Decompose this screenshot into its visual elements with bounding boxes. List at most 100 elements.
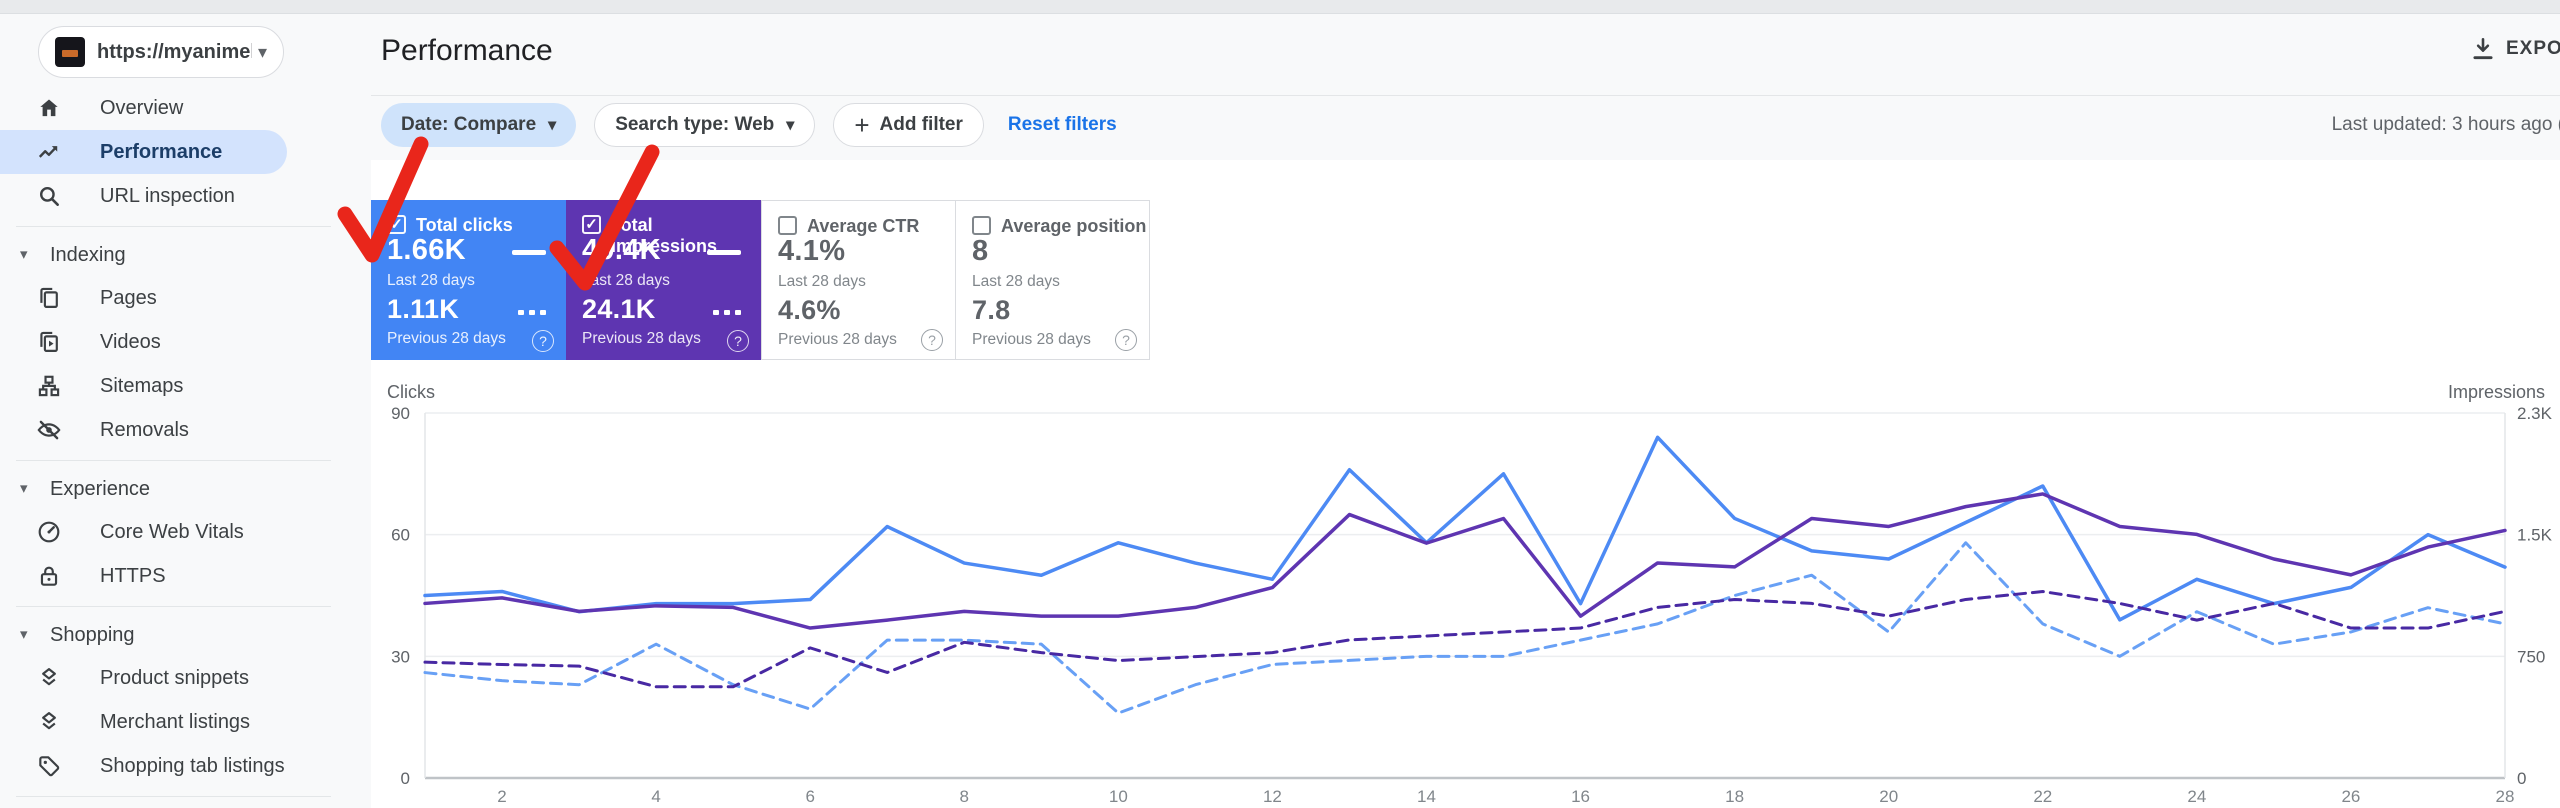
metric-card-average-position[interactable]: Average position 8 Last 28 days 7.8 Previous…: [955, 200, 1150, 360]
tag-icon: [39, 756, 60, 777]
solid-line-legend-mark: [512, 250, 546, 255]
metric-label: Average CTR: [807, 216, 920, 236]
solid-line-legend-mark: [707, 250, 741, 255]
sidebar-item-merchant-listings[interactable]: Merchant listings: [0, 700, 371, 744]
metric-cards-row: ✓ Total clicks 1.66K Last 28 days 1.11K Previ…: [371, 200, 1150, 360]
sidebar-section-shopping[interactable]: ▾ Shopping: [0, 614, 371, 656]
sidebar-item-label: Removals: [100, 419, 189, 441]
performance-icon: [38, 146, 58, 158]
sidebar-item-removals[interactable]: Removals: [0, 408, 371, 452]
sidebar-item-overview[interactable]: Overview: [0, 86, 371, 130]
web-vitals-icon: [38, 521, 60, 543]
sidebar-item-label: Overview: [100, 97, 184, 119]
metric-period-current: Last 28 days: [387, 272, 475, 289]
metric-period-previous: Previous 28 days: [387, 330, 506, 347]
chip-label: Date: Compare: [401, 114, 537, 135]
search-console-performance-page: https://myanimelight... ▾ Overview Perfor…: [0, 0, 2560, 808]
metric-checkbox[interactable]: [972, 216, 991, 235]
metric-value-current: 40.4K: [582, 234, 661, 266]
sidebar: https://myanimelight... ▾ Overview Perfor…: [0, 14, 371, 808]
page-title: Performance: [381, 34, 553, 67]
help-icon[interactable]: ?: [921, 329, 943, 351]
sidebar-item-videos[interactable]: Videos: [0, 320, 371, 364]
metric-value-previous: 1.11K: [387, 294, 460, 324]
filter-chip-search-type-web[interactable]: Search type: Web ▾: [594, 103, 816, 147]
download-icon: [2473, 37, 2493, 60]
metric-card-total-clicks[interactable]: ✓ Total clicks 1.66K Last 28 days 1.11K Previ…: [371, 200, 566, 360]
metric-value-current: 4.1%: [778, 235, 846, 267]
sidebar-item-label: Performance: [100, 141, 223, 163]
sidebar-item-shopping-tab-listings[interactable]: Shopping tab listings: [0, 744, 371, 788]
sidebar-item-label: Product snippets: [100, 667, 249, 689]
caret-down-icon: ▾: [20, 246, 28, 263]
videos-icon: [40, 331, 58, 352]
layers-icon: [42, 668, 56, 686]
sidebar-section-label: Indexing: [50, 244, 126, 266]
sidebar-section-experience[interactable]: ▾ Experience: [0, 468, 371, 510]
reset-filters-link[interactable]: Reset filters: [1008, 114, 1117, 136]
sidebar-item-label: Core Web Vitals: [100, 521, 244, 543]
metric-period-previous: Previous 28 days: [582, 330, 701, 347]
chip-label: Add filter: [879, 114, 963, 135]
sidebar-divider: [0, 788, 371, 804]
metric-value-previous: 7.8: [972, 295, 1011, 325]
sidebar-divider: [0, 598, 371, 614]
property-url: https://myanimelight...: [97, 40, 252, 63]
sidebar-item-sitemaps[interactable]: Sitemaps: [0, 364, 371, 408]
layers-icon: [42, 712, 56, 730]
sidebar-item-performance[interactable]: Performance: [0, 130, 371, 174]
lock-icon: [40, 566, 58, 586]
sidebar-item-product-snippets[interactable]: Product snippets: [0, 656, 371, 700]
header-divider: [371, 95, 2560, 96]
chevron-down-icon: ▾: [548, 117, 557, 134]
metric-label: Average position: [1001, 216, 1147, 236]
sidebar-item-label: Sitemaps: [100, 375, 184, 397]
chevron-down-icon: ▾: [257, 41, 267, 62]
metric-card-average-ctr[interactable]: Average CTR 4.1% Last 28 days 4.6% Previous …: [761, 200, 956, 360]
metric-checkbox[interactable]: ✓: [582, 215, 601, 234]
metric-card-total-impressions[interactable]: ✓ Total impressions 40.4K Last 28 days 24.1K…: [566, 200, 761, 360]
sidebar-menu: Overview Performance URL inspection ▾ Indexi…: [0, 86, 371, 804]
home-icon: [40, 99, 58, 117]
sidebar-item-url-inspection[interactable]: URL inspection: [0, 174, 371, 218]
sidebar-divider: [0, 218, 371, 234]
sidebar-item-label: Merchant listings: [100, 711, 251, 733]
sidebar-item-core-web-vitals[interactable]: Core Web Vitals: [0, 510, 371, 554]
property-selector[interactable]: https://myanimelight... ▾: [38, 26, 284, 78]
export-button[interactable]: EXPORT: [2470, 36, 2560, 62]
help-icon[interactable]: ?: [727, 330, 749, 352]
metric-value-previous: 24.1K: [582, 294, 656, 324]
sidebar-item-https[interactable]: HTTPS: [0, 554, 371, 598]
chevron-down-icon: ▾: [786, 117, 795, 134]
sidebar-item-label: HTTPS: [100, 565, 166, 587]
help-icon[interactable]: ?: [532, 330, 554, 352]
help-icon[interactable]: ?: [1115, 329, 1137, 351]
sidebar-divider: [0, 452, 371, 468]
caret-down-icon: ▾: [20, 480, 28, 497]
metric-period-current: Last 28 days: [582, 272, 670, 289]
metric-period-current: Last 28 days: [972, 273, 1060, 290]
sidebar-item-label: URL inspection: [100, 185, 235, 207]
filter-chip-add-filter[interactable]: + Add filter: [833, 103, 984, 147]
sidebar-item-label: Pages: [100, 287, 157, 309]
sitemaps-icon: [38, 375, 60, 397]
filter-row: Date: Compare ▾ Search type: Web ▾ + Add filt…: [381, 103, 1117, 147]
metric-value-current: 1.66K: [387, 234, 466, 266]
metric-label: Total clicks: [416, 215, 513, 235]
dashed-line-legend-mark: [518, 310, 546, 315]
sidebar-item-label: Videos: [100, 331, 161, 353]
sidebar-section-indexing[interactable]: ▾ Indexing: [0, 234, 371, 276]
pages-icon: [40, 287, 58, 308]
sidebar-section-label: Shopping: [50, 624, 135, 646]
search-icon: [40, 187, 59, 206]
sidebar-section-label: Experience: [50, 478, 151, 500]
last-updated-text: Last updated: 3 hours ago (: [2331, 114, 2560, 135]
filter-chip-date-compare[interactable]: Date: Compare ▾: [381, 103, 577, 147]
removals-icon: [37, 420, 61, 440]
metric-checkbox[interactable]: [778, 216, 797, 235]
metric-checkbox[interactable]: ✓: [387, 215, 406, 234]
export-label: EXPORT: [2506, 38, 2560, 59]
sidebar-item-pages[interactable]: Pages: [0, 276, 371, 320]
dashed-line-legend-mark: [713, 310, 741, 315]
metric-period-previous: Previous 28 days: [778, 331, 897, 348]
